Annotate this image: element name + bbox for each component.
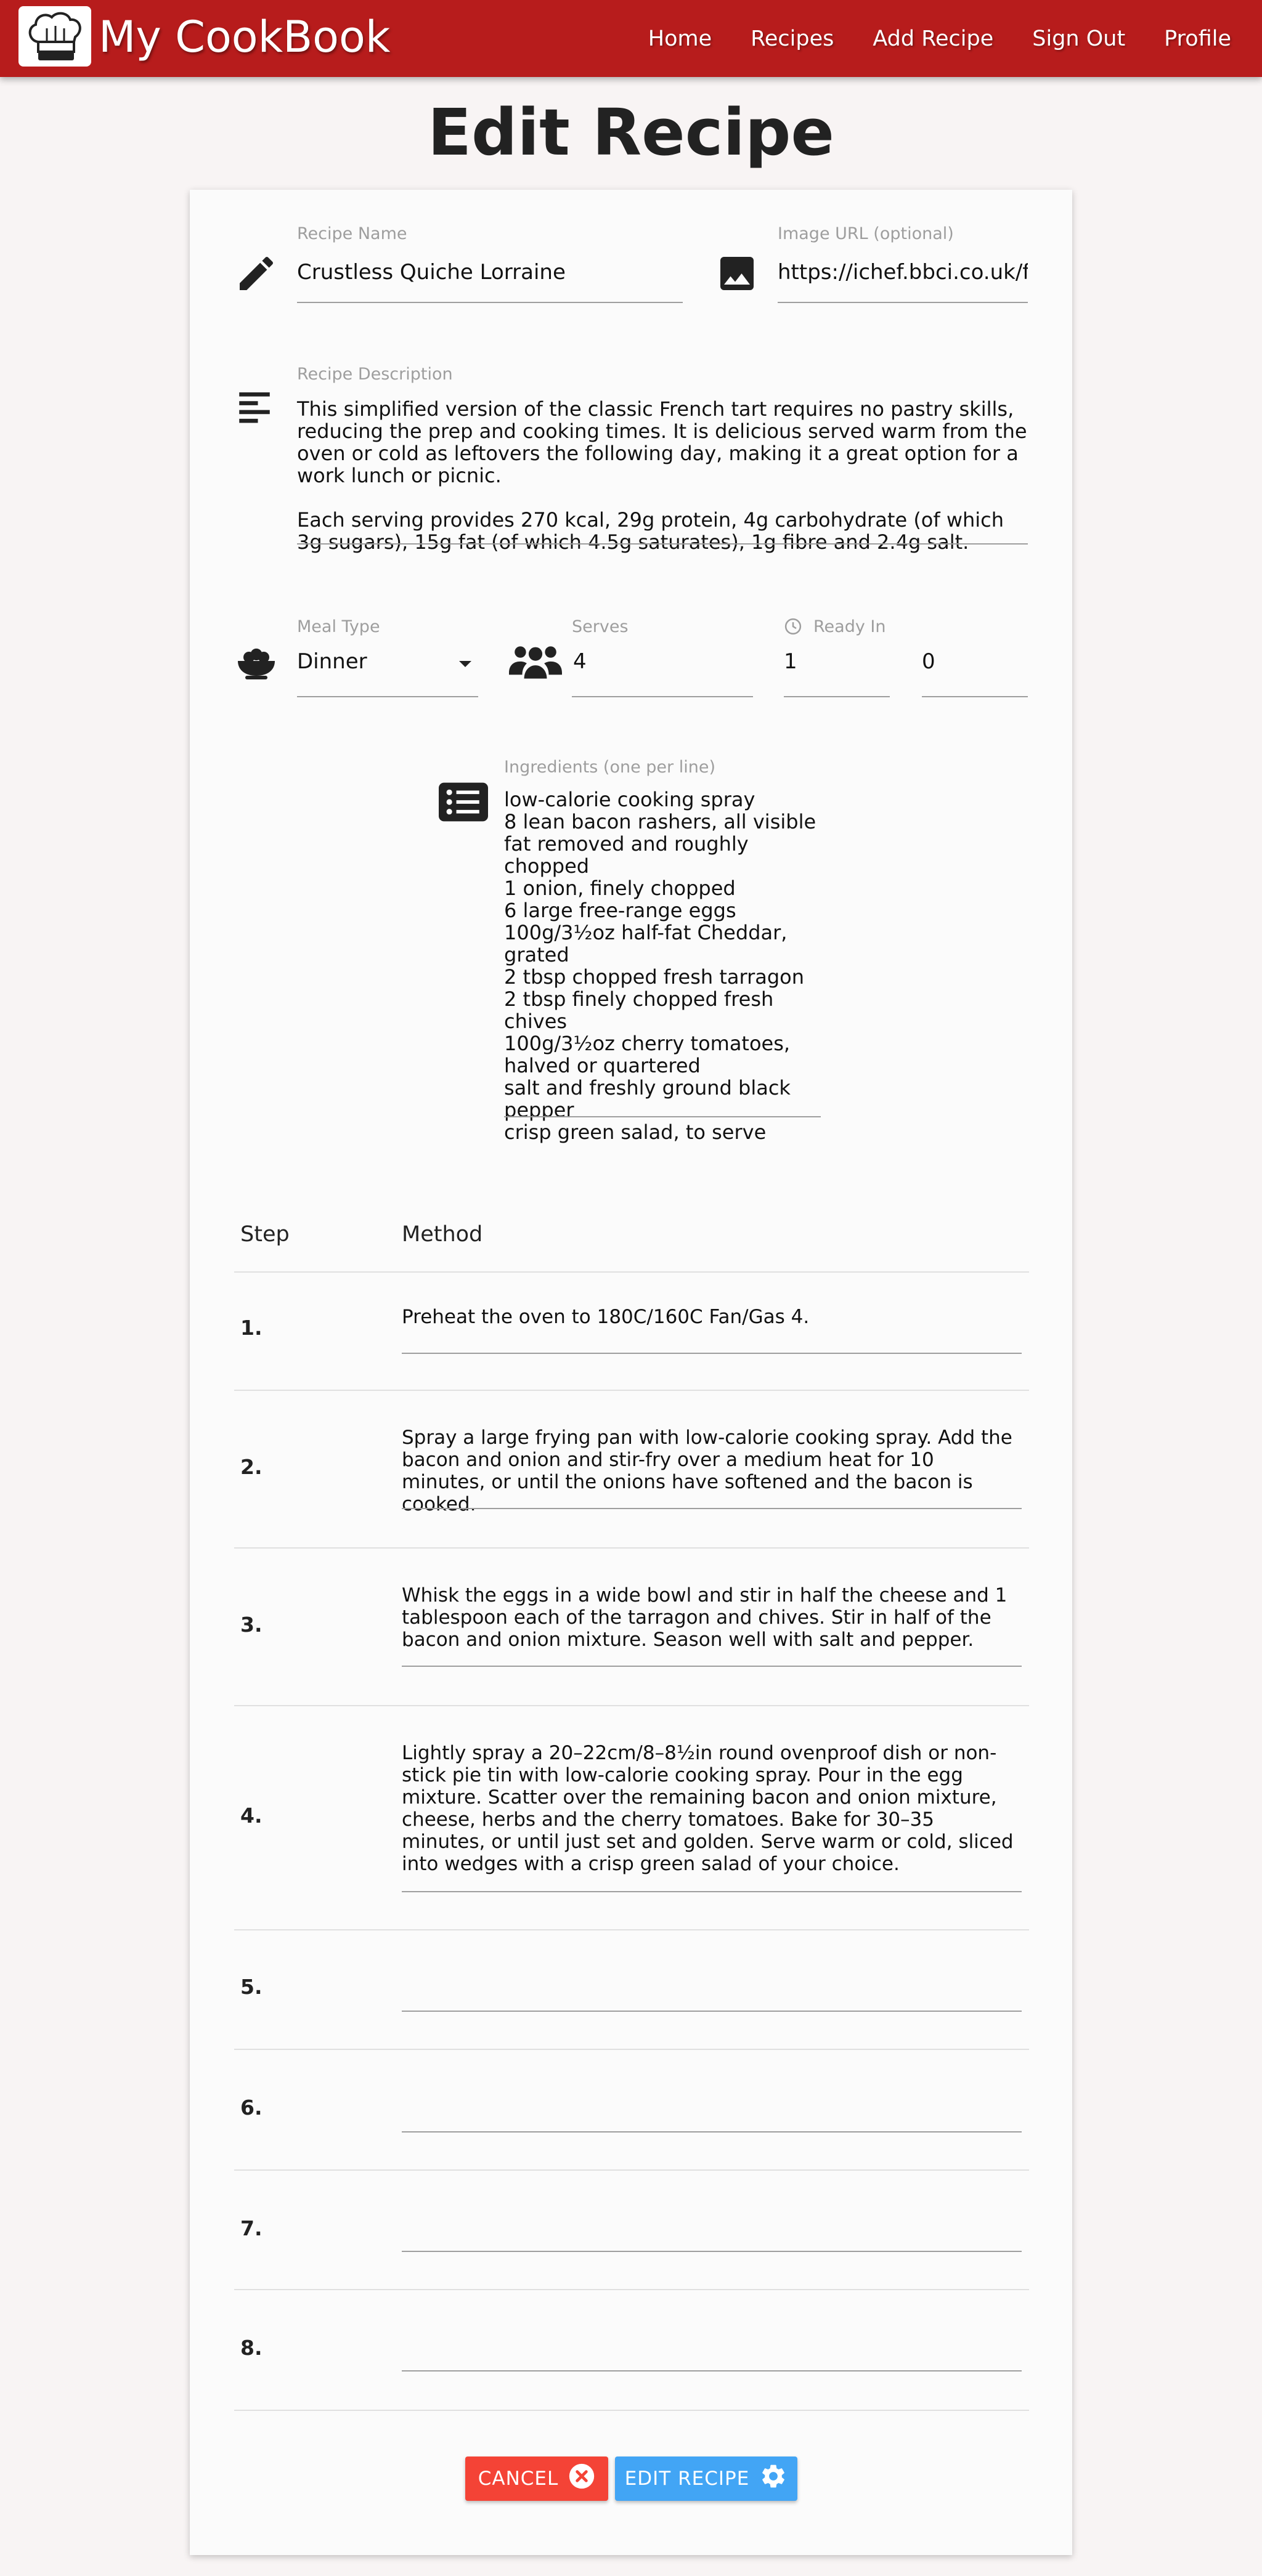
image-url-label: Image URL (optional) bbox=[778, 224, 954, 243]
ready-in-label: Ready In bbox=[813, 617, 886, 636]
edit-recipe-form: Recipe Name Crustless Quiche Lorraine Im… bbox=[190, 190, 1072, 2555]
table-row-divider bbox=[234, 1547, 1029, 1549]
step-number: 3. bbox=[240, 1613, 263, 1637]
step-number: 1. bbox=[240, 1316, 263, 1340]
table-row-divider bbox=[234, 1929, 1029, 1930]
description-label: Recipe Description bbox=[297, 365, 453, 384]
ingredients-textarea[interactable]: low-calorie cooking spray 8 lean bacon r… bbox=[504, 788, 824, 1143]
method-underline bbox=[402, 1353, 1022, 1354]
nav-profile[interactable]: Profile bbox=[1164, 26, 1231, 51]
ready-in-minutes-input[interactable]: 0 bbox=[922, 649, 1020, 674]
description-underline bbox=[297, 543, 1028, 545]
step-number: 6. bbox=[240, 2096, 263, 2120]
meal-type-underline bbox=[297, 696, 478, 697]
table-row-divider bbox=[234, 2169, 1029, 2171]
method-underline bbox=[402, 1508, 1022, 1509]
method-input[interactable]: Whisk the eggs in a wide bowl and stir i… bbox=[402, 1584, 1018, 1651]
description-textarea[interactable]: This simplified version of the classic F… bbox=[297, 398, 1028, 553]
serves-input[interactable]: 4 bbox=[573, 649, 746, 674]
cancel-button-label: CANCEL bbox=[478, 2468, 559, 2490]
method-underline bbox=[402, 2370, 1022, 2371]
method-input[interactable]: Spray a large frying pan with low-calori… bbox=[402, 1427, 1018, 1515]
table-header-divider bbox=[234, 1271, 1029, 1273]
table-row-divider bbox=[234, 2410, 1029, 2411]
list-icon bbox=[439, 782, 488, 822]
ready-in-hours-underline bbox=[784, 696, 890, 697]
ready-in-minutes-underline bbox=[922, 696, 1028, 697]
table-row-divider bbox=[234, 2049, 1029, 2050]
meal-type-label: Meal Type bbox=[297, 617, 380, 636]
table-row-divider bbox=[234, 2289, 1029, 2290]
align-left-icon bbox=[234, 386, 275, 426]
step-number: 4. bbox=[240, 1804, 263, 1828]
method-underline bbox=[402, 2011, 1022, 2012]
method-underline bbox=[402, 1666, 1022, 1667]
nav-sign-out[interactable]: Sign Out bbox=[1032, 26, 1125, 51]
step-number: 8. bbox=[240, 2336, 263, 2360]
method-underline bbox=[402, 1891, 1022, 1892]
navbar: My CookBook Home Recipes Add Recipe Sign… bbox=[0, 0, 1262, 77]
chevron-down-icon[interactable] bbox=[456, 658, 474, 673]
recipe-name-label: Recipe Name bbox=[297, 224, 407, 243]
page-title: Edit Recipe bbox=[428, 95, 834, 170]
table-row-divider bbox=[234, 1705, 1029, 1706]
edit-recipe-button-label: EDIT RECIPE bbox=[624, 2468, 750, 2490]
image-icon bbox=[715, 251, 759, 296]
image-url-underline bbox=[778, 302, 1028, 303]
step-number: 2. bbox=[240, 1455, 263, 1479]
brand-title[interactable]: My CookBook bbox=[99, 9, 390, 65]
ingredients-underline bbox=[504, 1116, 821, 1117]
pencil-icon bbox=[234, 251, 279, 296]
serves-label: Serves bbox=[572, 617, 629, 636]
clock-icon bbox=[784, 617, 802, 636]
ingredients-label: Ingredients (one per line) bbox=[504, 758, 715, 777]
nav-home[interactable]: Home bbox=[648, 26, 712, 51]
nav-add-recipe[interactable]: Add Recipe bbox=[873, 26, 993, 51]
image-url-input[interactable]: https://ichef.bbci.co.uk/food bbox=[778, 260, 1028, 285]
table-row-divider bbox=[234, 1390, 1029, 1391]
method-input[interactable]: Lightly spray a 20–22cm/8–8½in round ove… bbox=[402, 1742, 1018, 1875]
bowl-icon bbox=[234, 641, 279, 685]
recipe-name-input[interactable]: Crustless Quiche Lorraine bbox=[297, 260, 679, 285]
ready-in-hours-input[interactable]: 1 bbox=[784, 649, 882, 674]
edit-recipe-button[interactable]: EDIT RECIPE bbox=[615, 2457, 797, 2501]
cancel-button[interactable]: CANCEL bbox=[465, 2457, 608, 2501]
nav-links: Home Recipes Add Recipe Sign Out Profile bbox=[640, 0, 1262, 77]
users-icon bbox=[509, 637, 562, 690]
chef-hat-icon bbox=[28, 12, 81, 60]
method-underline bbox=[402, 2251, 1022, 2252]
method-underline bbox=[402, 2131, 1022, 2132]
close-circle-icon bbox=[568, 2463, 595, 2495]
step-number: 7. bbox=[240, 2216, 263, 2240]
method-input[interactable]: Preheat the oven to 180C/160C Fan/Gas 4. bbox=[402, 1306, 1018, 1328]
step-number: 5. bbox=[240, 1975, 263, 1999]
gear-icon bbox=[759, 2462, 788, 2495]
serves-underline bbox=[572, 696, 753, 697]
method-column-header: Method bbox=[402, 1222, 483, 1247]
step-column-header: Step bbox=[240, 1222, 290, 1247]
nav-recipes[interactable]: Recipes bbox=[751, 26, 834, 51]
chef-hat-logo[interactable] bbox=[18, 6, 91, 67]
recipe-name-underline bbox=[297, 302, 683, 303]
meal-type-select[interactable]: Dinner bbox=[297, 649, 445, 674]
